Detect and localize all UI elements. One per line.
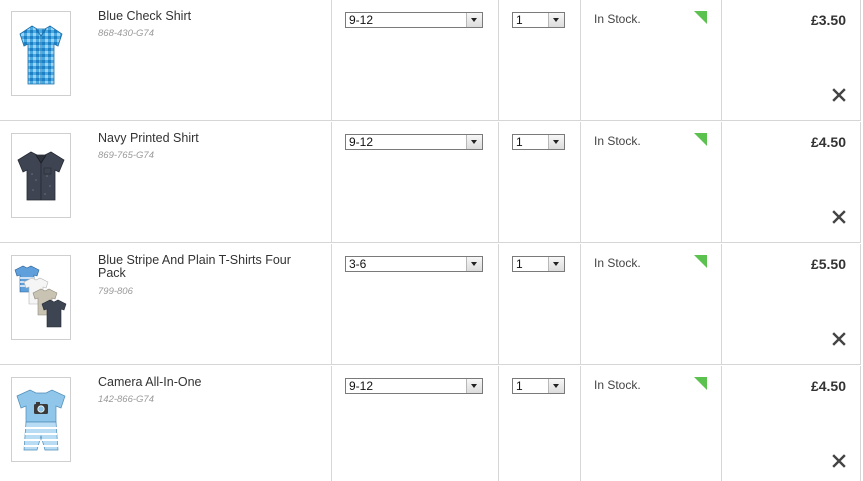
chevron-down-icon[interactable]	[548, 379, 564, 393]
product-title[interactable]: Blue Stripe And Plain T-Shirts Four Pack	[98, 254, 318, 280]
table-row: Blue Stripe And Plain T-Shirts Four Pack…	[0, 244, 861, 365]
divider	[580, 122, 581, 242]
close-icon[interactable]	[832, 210, 846, 224]
size-select[interactable]: 9-12	[345, 12, 483, 28]
product-title[interactable]: Navy Printed Shirt	[98, 132, 318, 145]
quantity-select[interactable]: 1	[512, 256, 565, 272]
divider	[331, 244, 332, 364]
divider	[498, 366, 499, 481]
item-price: £4.50	[810, 134, 846, 150]
divider	[860, 244, 861, 364]
product-code: 142-866-G74	[98, 394, 154, 405]
divider	[721, 0, 722, 120]
product-thumbnail[interactable]	[11, 377, 71, 462]
item-price: £5.50	[810, 256, 846, 272]
size-select[interactable]: 9-12	[345, 378, 483, 394]
chevron-down-icon[interactable]	[466, 13, 482, 27]
divider	[498, 0, 499, 120]
stock-status: In Stock.	[594, 378, 641, 392]
stock-status: In Stock.	[594, 12, 641, 26]
product-thumbnail[interactable]	[11, 133, 71, 218]
quantity-select-value: 1	[516, 257, 523, 271]
divider	[860, 366, 861, 481]
divider	[498, 244, 499, 364]
quantity-select-value: 1	[516, 379, 523, 393]
chevron-down-icon[interactable]	[548, 257, 564, 271]
quantity-select[interactable]: 1	[512, 378, 565, 394]
chevron-down-icon[interactable]	[466, 257, 482, 271]
size-select-value: 9-12	[349, 135, 374, 149]
quantity-select[interactable]: 1	[512, 134, 565, 150]
stock-indicator-icon	[694, 133, 707, 146]
size-select[interactable]: 9-12	[345, 134, 483, 150]
stock-indicator-icon	[694, 255, 707, 268]
divider	[860, 122, 861, 242]
divider	[860, 0, 861, 120]
divider	[721, 366, 722, 481]
close-icon[interactable]	[832, 454, 846, 468]
divider	[498, 122, 499, 242]
product-title[interactable]: Camera All-In-One	[98, 376, 318, 389]
chevron-down-icon[interactable]	[466, 135, 482, 149]
product-code: 869-765-G74	[98, 150, 154, 161]
divider	[580, 366, 581, 481]
product-code: 799-806	[98, 286, 133, 297]
divider	[580, 0, 581, 120]
size-select-value: 3-6	[349, 257, 367, 271]
quantity-select-value: 1	[516, 13, 523, 27]
stock-status: In Stock.	[594, 256, 641, 270]
table-row: Camera All-In-One 142-866-G74 9-12 1 In …	[0, 366, 861, 481]
size-select-value: 9-12	[349, 379, 374, 393]
size-select-value: 9-12	[349, 13, 374, 27]
product-title[interactable]: Blue Check Shirt	[98, 10, 318, 23]
divider	[721, 244, 722, 364]
product-thumbnail[interactable]	[11, 255, 71, 340]
size-select[interactable]: 3-6	[345, 256, 483, 272]
item-price: £3.50	[810, 12, 846, 28]
divider	[721, 122, 722, 242]
product-thumbnail[interactable]	[11, 11, 71, 96]
table-row: Blue Check Shirt 868-430-G74 9-12 1 In S…	[0, 0, 861, 121]
chevron-down-icon[interactable]	[548, 13, 564, 27]
divider	[580, 244, 581, 364]
basket-table: Blue Check Shirt 868-430-G74 9-12 1 In S…	[0, 0, 863, 481]
product-code: 868-430-G74	[98, 28, 154, 39]
divider	[331, 122, 332, 242]
item-price: £4.50	[810, 378, 846, 394]
quantity-select[interactable]: 1	[512, 12, 565, 28]
stock-status: In Stock.	[594, 134, 641, 148]
divider	[331, 366, 332, 481]
stock-indicator-icon	[694, 377, 707, 390]
stock-indicator-icon	[694, 11, 707, 24]
close-icon[interactable]	[832, 332, 846, 346]
quantity-select-value: 1	[516, 135, 523, 149]
divider	[331, 0, 332, 120]
table-row: Navy Printed Shirt 869-765-G74 9-12 1 In…	[0, 122, 861, 243]
chevron-down-icon[interactable]	[548, 135, 564, 149]
chevron-down-icon[interactable]	[466, 379, 482, 393]
close-icon[interactable]	[832, 88, 846, 102]
